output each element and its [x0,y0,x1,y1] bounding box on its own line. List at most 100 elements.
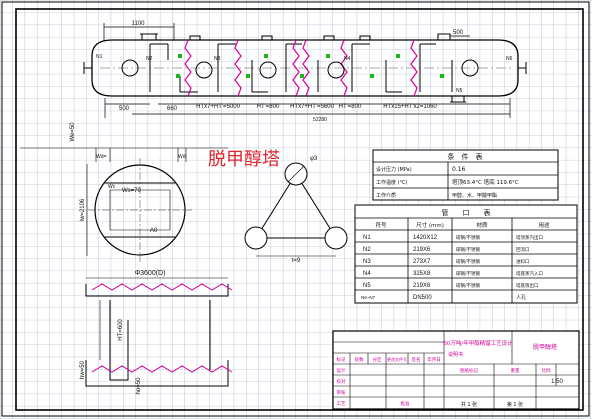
spec-name-1: 设计压力 (MPa) [376,166,412,173]
role-review: 审核 [337,389,346,396]
nozzle-size-2: 219X6 [413,247,431,253]
nozzle-size-3: 273X7 [413,259,431,265]
nozzle-use-4: 塔底蒸汽入口 [516,270,543,277]
nozzle-label-n5: N5 [456,88,463,94]
title-block: 60万吨/年甲醇精馏工艺设计 说明书 脱甲醇塔 标记 处数 分区 更改文件号 签… [332,330,580,410]
weld-mark [440,74,444,78]
scale-header-weight: 重量 [511,367,520,374]
nozzle-mat-5: 碳钢/不锈钢 [456,282,481,289]
angle-label: φ3 [310,156,318,162]
ws-label: Ws=70 [122,188,142,194]
nozzle-label-n1: N1 [96,54,103,60]
seg-label-5: HTx15+HT'x2=1060 [383,104,437,110]
hole-right [324,226,348,250]
design-conditions-table: 条 件 表 设计压力 (MPa) 0.16 工作温度 (°C) 塔顶63.4°C… [372,149,559,201]
nozzle-label-n4: N4 [344,56,351,62]
we-label: We=50 [70,122,76,142]
weld-mark [178,54,182,58]
spec-name-3: 工作介质 [376,192,396,199]
nozzle-col-symbol: 符号 [375,221,387,229]
rev-col-3: 分区 [373,356,382,363]
weld-mark [396,54,400,58]
drawing-title-overlay: 脱甲醇塔 [208,149,280,170]
dim-500-top: 500 [453,30,464,36]
nozzle-mat-1: 碳钢/不锈钢 [456,234,481,241]
weld-mark [370,74,374,78]
weld-mark [246,74,250,78]
diameter-label: Φ3600(D) [135,270,166,277]
nozzle-table-header: 管 口 表 [442,208,491,217]
ht-label: HT=600 [118,319,124,341]
nozzle-sym-5: N5 [363,283,371,289]
dim-500-left: 500 [119,106,130,112]
hole-left [244,226,268,250]
rev-col-4: 更改文件号 [387,356,407,362]
nozzle-mat-4: 碳钢/不锈钢 [456,270,481,277]
hw-label: hw=50 [80,360,86,379]
dim-1100: 1100 [132,21,146,27]
role-process: 工艺 [337,401,346,407]
nozzle-sym-2: N2 [363,247,371,253]
nozzle-size-1: 1420X12 [413,235,438,241]
ho-label: ho=50 [136,377,142,395]
spec-value-2: 塔顶63.4°C 塔底 119.6°C [452,178,519,186]
drawing-name: 脱甲醇塔 [533,343,557,351]
weld-mark [326,54,330,58]
lw-label: lw=2106 [80,198,86,221]
scale-header-mark: 图纸标记 [460,367,478,374]
nozzle-use-5: 塔底液出口 [516,282,539,289]
pitch-label: t=9 [292,258,301,264]
nozzle-label-n3: N3 [214,56,221,62]
area-label: A0 [150,228,158,234]
nozzle-label-n6: N6 [506,56,513,62]
nozzle-col-size: 尺寸 (mm) [416,221,444,229]
nozzle-use-3: 进料口 [516,258,530,265]
nozzle-mat-2: 碳钢/不锈钢 [456,246,481,253]
weld-mark [176,74,180,78]
rev-col-5: 签名 [412,356,421,363]
rev-col-2: 处数 [355,356,364,363]
weld-mark [264,54,268,58]
nozzle-use-2: 回流口 [516,246,530,253]
nozzle-table: 管 口 表 符号 尺寸 (mm) 材质 用途 N1 1420X12 碳钢/不锈钢… [354,204,578,304]
nozzle-sym-3: N3 [363,259,371,265]
seg-label-4: HT'=800 [339,104,362,110]
sheets-total: 共 1 张 [461,401,477,408]
nozzle-sym-4: N4 [363,271,371,277]
specs-table-header: 条 件 表 [448,152,483,161]
project-subtitle: 说明书 [448,351,463,358]
nozzle-sym-1: N1 [363,235,371,241]
wd-label-right: Wd [178,154,186,160]
drawing-canvas: 1100 500 500 660 HTx7+HT'=5000 HT'=800 H… [0,0,592,419]
rev-col-1: 标记 [337,356,346,363]
seg-label-2: HT'=800 [257,104,280,110]
sheet-number: 第 1 张 [507,401,523,408]
wc-label: Wc [108,184,116,190]
nozzle-use-1: 塔顶蒸汽出口 [516,234,543,241]
nozzle-use-6: 人孔 [516,294,526,301]
nozzle-col-material: 材质 [476,221,488,229]
rev-col-6: 年月日 [427,356,441,363]
dim-660: 660 [167,106,178,112]
nozzle-size-5: 219X6 [413,283,431,289]
dim-total: 52280 [313,117,327,123]
seg-label-1: HTx7+HT'=5000 [196,104,240,110]
scale-value: 1:50 [551,379,563,385]
role-design: 设计 [337,367,346,374]
project-title: 60万吨/年甲醇精馏工艺设计 [443,339,513,347]
nozzle-mat-3: 碳钢/不锈钢 [456,258,481,265]
nozzle-label-n2: N2 [146,56,153,62]
spec-value-1: 0.16 [452,166,466,173]
weld-mark [300,74,304,78]
nozzle-size-6: DN500 [413,295,432,301]
spec-value-3: 甲醇、水、甲酸甲酯 [452,192,497,199]
role-approve: 批准 [401,400,410,407]
role-check: 校对 [337,378,346,385]
nozzle-sym-6: N6~N7 [361,295,376,300]
nozzle-col-use: 用途 [538,221,550,229]
wd-label: Wd= [96,154,107,160]
seg-label-3: HTx7+HT'=5600 [290,104,334,110]
scale-header-ratio: 比例 [542,367,551,374]
engineering-drawing-sheet: 1100 500 500 660 HTx7+HT'=5000 HT'=800 H… [0,0,592,419]
spec-name-2: 工作温度 (°C) [376,179,408,186]
